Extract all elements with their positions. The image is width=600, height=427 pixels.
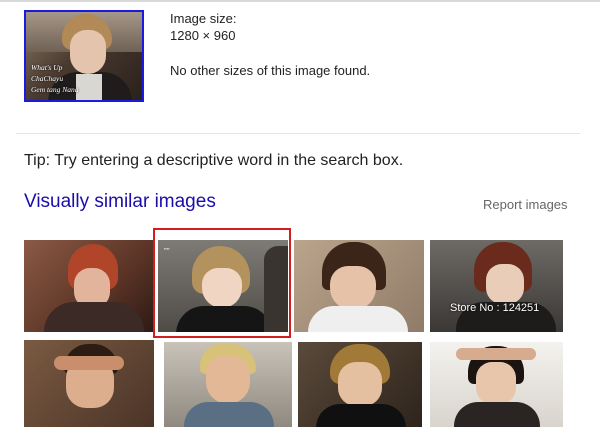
caption-line-3: Gem tang Nana <box>31 85 79 94</box>
similar-image-4-face <box>486 264 524 304</box>
similar-image-7[interactable] <box>298 342 422 427</box>
top-border <box>0 0 600 2</box>
similar-image-8-shoulder <box>454 402 540 427</box>
similar-image-3-coat <box>308 306 408 332</box>
similar-image-4[interactable]: Store No : 124251 <box>430 240 563 332</box>
store-number-overlay: Store No : 124251 <box>450 302 540 314</box>
similar-image-8-arms <box>456 348 536 360</box>
similar-image-5[interactable] <box>24 340 154 427</box>
similar-image-6-shirt <box>184 402 274 427</box>
query-image-thumbnail[interactable]: What's Up ChaChayu Gem tang Nana <box>24 10 144 102</box>
section-divider <box>16 133 580 134</box>
similar-image-3-face <box>330 266 376 310</box>
similar-image-6-face <box>206 356 250 404</box>
query-image-caption: What's Up ChaChayu Gem tang Nana <box>31 62 91 95</box>
report-images-link[interactable]: Report images <box>483 197 568 212</box>
similar-image-6[interactable] <box>164 342 292 427</box>
similar-image-8-face <box>476 362 516 404</box>
caption-line-1: What's Up <box>31 63 63 72</box>
similar-image-7-jacket <box>316 404 406 427</box>
tip-text: Tip: Try entering a descriptive word in … <box>24 152 404 169</box>
similar-image-8[interactable] <box>430 342 563 427</box>
image-size-label: Image size: <box>170 11 237 26</box>
visually-similar-images-link[interactable]: Visually similar images <box>24 191 216 213</box>
similar-image-1[interactable] <box>24 240 154 332</box>
selected-image-highlight <box>153 228 291 338</box>
similar-image-1-shoulder <box>44 302 144 332</box>
similar-image-3[interactable] <box>294 240 424 332</box>
image-size-value: 1280 × 960 <box>170 28 236 43</box>
similar-image-7-face <box>338 362 382 406</box>
similar-image-5-hands <box>54 356 124 370</box>
no-other-sizes-text: No other sizes of this image found. <box>170 63 371 78</box>
caption-line-2: ChaChayu <box>31 74 64 83</box>
